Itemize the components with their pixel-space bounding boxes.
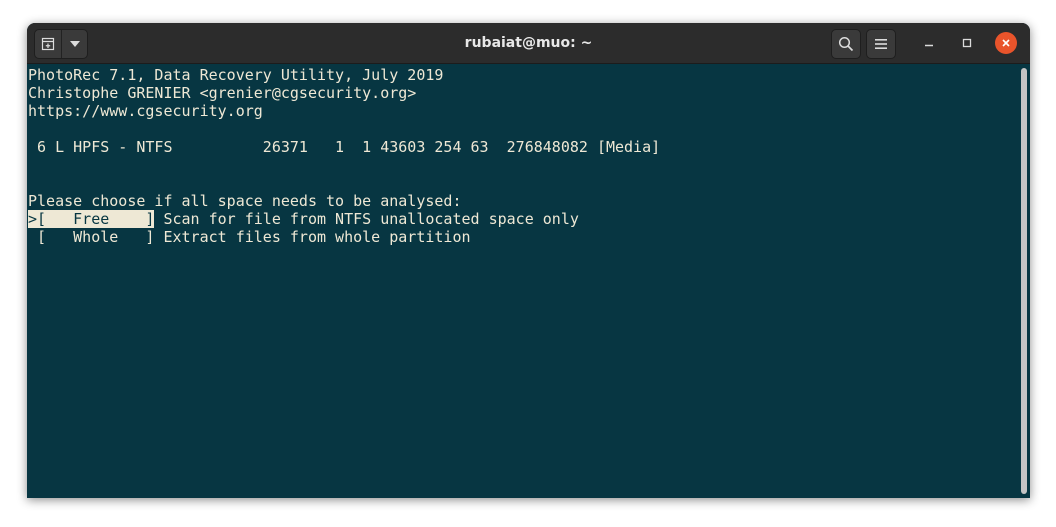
search-button[interactable] [831, 29, 861, 59]
new-tab-button[interactable] [35, 30, 61, 58]
chevron-down-icon [69, 41, 80, 47]
scrollbar[interactable] [1018, 64, 1030, 498]
scrollbar-thumb[interactable] [1021, 68, 1027, 494]
option-free-description: Scan for file from NTFS unallocated spac… [154, 210, 579, 228]
close-button[interactable] [995, 32, 1017, 54]
option-whole-label[interactable]: [ Whole ] [37, 228, 154, 246]
tab-controls [34, 29, 88, 59]
option-whole-description: Extract files from whole partition [154, 228, 471, 246]
author-line: Christophe GRENIER <grenier@cgsecurity.o… [28, 84, 417, 102]
partition-info: 6 L HPFS - NTFS 26371 1 1 43603 254 63 2… [28, 138, 661, 156]
option-free-selector: > [28, 210, 38, 228]
maximize-icon [962, 38, 972, 48]
minimize-icon [925, 44, 933, 47]
minimize-button[interactable] [919, 33, 939, 53]
analysis-prompt: Please choose if all space needs to be a… [28, 192, 462, 210]
option-free[interactable]: >[ Free ] Scan for file from NTFS unallo… [28, 210, 579, 228]
hamburger-menu-button[interactable] [866, 29, 896, 59]
website-line: https://www.cgsecurity.org [28, 102, 263, 120]
hamburger-menu-icon [875, 39, 887, 49]
option-free-label[interactable]: [ Free ] [37, 210, 155, 228]
title-bar: rubaiat@muo: ~ [27, 23, 1030, 64]
search-icon [838, 36, 854, 52]
terminal-window: rubaiat@muo: ~ PhotoRec 7.1, Data Recove… [27, 23, 1030, 498]
program-banner: PhotoRec 7.1, Data Recovery Utility, Jul… [28, 66, 444, 84]
new-tab-icon [41, 37, 55, 51]
terminal-menu-dropdown-button[interactable] [61, 30, 87, 58]
terminal-output[interactable]: PhotoRec 7.1, Data Recovery Utility, Jul… [27, 64, 1017, 498]
option-whole-selector [28, 228, 37, 246]
close-icon [1002, 39, 1010, 47]
maximize-button[interactable] [957, 33, 977, 53]
option-whole[interactable]: [ Whole ] Extract files from whole parti… [28, 228, 471, 246]
